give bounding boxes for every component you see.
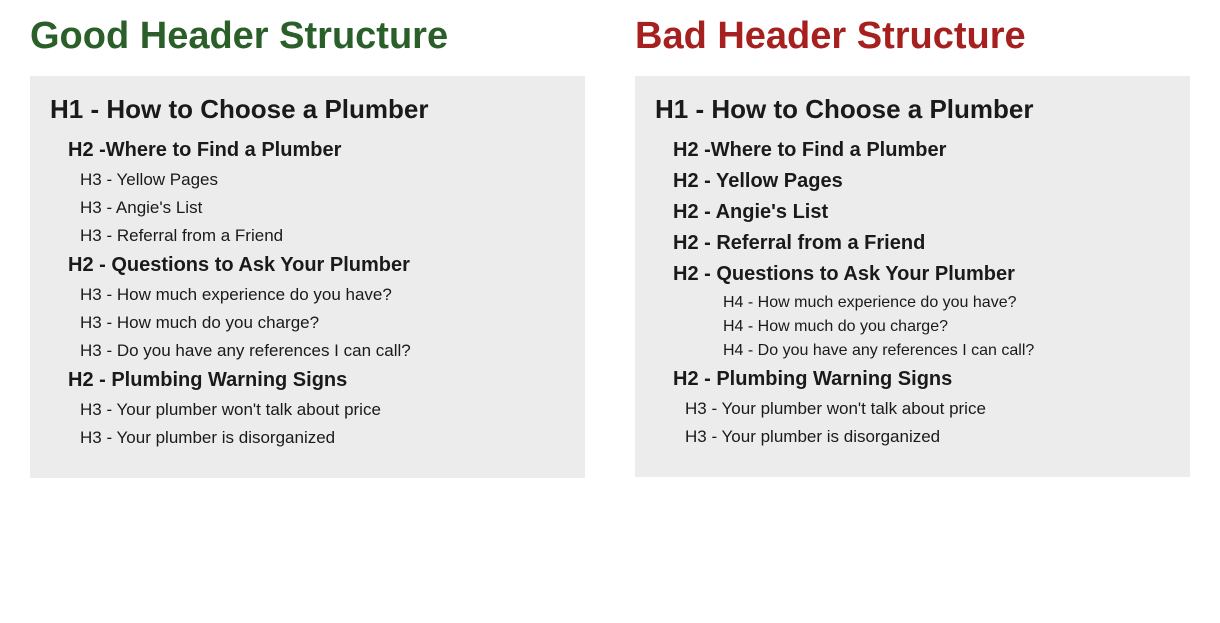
bad-panel: H1 - How to Choose a Plumber H2 -Where to…: [635, 76, 1190, 477]
comparison-container: Good Header Structure H1 - How to Choose…: [30, 15, 1190, 478]
outline-item: H2 - Referral from a Friend: [673, 232, 1170, 255]
outline-item: H3 - Your plumber is disorganized: [685, 427, 1170, 447]
outline-item: H2 - Questions to Ask Your Plumber: [68, 254, 565, 277]
outline-item: H2 - Angie's List: [673, 201, 1170, 224]
outline-item: H3 - How much do you charge?: [80, 313, 565, 333]
outline-item: H4 - How much experience do you have?: [723, 294, 1170, 312]
outline-item: H3 - Referral from a Friend: [80, 226, 565, 246]
outline-item: H3 - Yellow Pages: [80, 170, 565, 190]
good-title: Good Header Structure: [30, 15, 585, 58]
outline-item: H2 - Yellow Pages: [673, 170, 1170, 193]
bad-title: Bad Header Structure: [635, 15, 1190, 58]
outline-item: H2 - Plumbing Warning Signs: [68, 369, 565, 392]
outline-item: H3 - Do you have any references I can ca…: [80, 341, 565, 361]
outline-item: H2 - Questions to Ask Your Plumber: [673, 263, 1170, 286]
outline-item: H3 - Your plumber won't talk about price: [685, 399, 1170, 419]
bad-column: Bad Header Structure H1 - How to Choose …: [635, 15, 1190, 478]
outline-item: H1 - How to Choose a Plumber: [655, 94, 1170, 125]
outline-item: H3 - Angie's List: [80, 198, 565, 218]
good-column: Good Header Structure H1 - How to Choose…: [30, 15, 585, 478]
outline-item: H3 - Your plumber is disorganized: [80, 428, 565, 448]
outline-item: H2 -Where to Find a Plumber: [68, 139, 565, 162]
outline-item: H3 - How much experience do you have?: [80, 285, 565, 305]
outline-item: H3 - Your plumber won't talk about price: [80, 400, 565, 420]
outline-item: H2 -Where to Find a Plumber: [673, 139, 1170, 162]
outline-item: H2 - Plumbing Warning Signs: [673, 368, 1170, 391]
good-panel: H1 - How to Choose a Plumber H2 -Where to…: [30, 76, 585, 478]
outline-item: H4 - Do you have any references I can ca…: [723, 342, 1170, 360]
outline-item: H1 - How to Choose a Plumber: [50, 94, 565, 125]
outline-item: H4 - How much do you charge?: [723, 318, 1170, 336]
